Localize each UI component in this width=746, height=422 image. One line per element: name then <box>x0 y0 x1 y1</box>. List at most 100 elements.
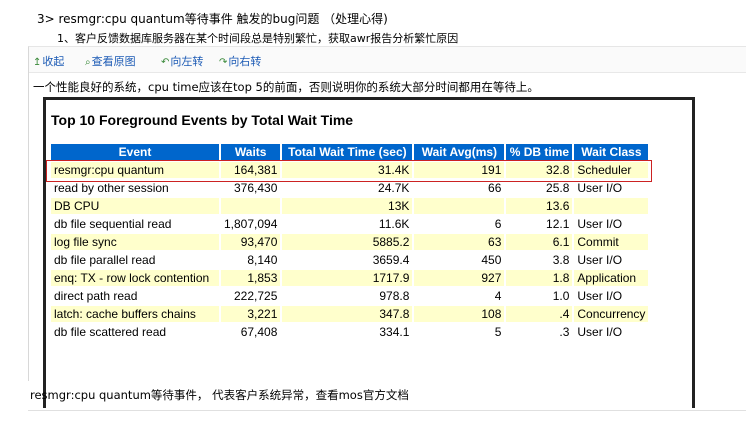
table-cell: 6 <box>414 216 505 232</box>
table-cell: 450 <box>414 252 505 268</box>
table-cell: 978.8 <box>282 288 413 304</box>
table-cell: 3659.4 <box>282 252 413 268</box>
collapse-label: 收起 <box>42 55 65 68</box>
table-cell <box>574 198 649 214</box>
column-header: Total Wait Time (sec) <box>282 144 413 160</box>
footer-text: resmgr:cpu quantum等待事件， 代表客户系统异常，查看mos官方… <box>30 388 409 402</box>
table-cell: read by other session <box>51 180 219 196</box>
table-cell: 24.7K <box>282 180 413 196</box>
table-cell: 8,140 <box>221 252 281 268</box>
column-header: Waits <box>221 144 281 160</box>
table-cell: direct path read <box>51 288 219 304</box>
image-toolbar: ↥收起 ⌕查看原图 ↶向左转 ↷向右转 <box>29 47 746 73</box>
column-header: % DB time <box>506 144 573 160</box>
table-cell: log file sync <box>51 234 219 250</box>
table-cell: 31.4K <box>282 162 413 178</box>
table-cell: 3,221 <box>221 306 281 322</box>
table-cell: User I/O <box>574 324 649 340</box>
table-cell: latch: cache buffers chains <box>51 306 219 322</box>
table-cell: db file parallel read <box>51 252 219 268</box>
table-cell: 63 <box>414 234 505 250</box>
table-cell: 1.0 <box>506 288 573 304</box>
magnifier-icon: ⌕ <box>85 57 91 68</box>
table-cell: User I/O <box>574 216 649 232</box>
rotate-right-icon: ↷ <box>219 57 228 68</box>
table-cell: 1717.9 <box>282 270 413 286</box>
table-row: db file parallel read 8,140 3659.4 450 3.8 Us… <box>51 252 649 268</box>
divider <box>28 410 746 411</box>
table-cell: 6.1 <box>506 234 573 250</box>
table-cell: User I/O <box>574 180 649 196</box>
table-cell: 3.8 <box>506 252 573 268</box>
table-cell: 32.8 <box>506 162 573 178</box>
table-cell: 25.8 <box>506 180 573 196</box>
table-row: enq: TX - row lock contention 1,853 1717.9… <box>51 270 649 286</box>
image-viewer-panel: ↥收起 ⌕查看原图 ↶向左转 ↷向右转 一个性能良好的系统，cpu time应该… <box>28 46 746 408</box>
table-cell: 13.6 <box>506 198 573 214</box>
table-cell: 1,853 <box>221 270 281 286</box>
table-row: direct path read 222,725 978.8 4 1.0 User I/O <box>51 288 649 304</box>
table-cell: 164,381 <box>221 162 281 178</box>
column-header: Wait Class <box>574 144 649 160</box>
table-cell: enq: TX - row lock contention <box>51 270 219 286</box>
table-cell: 5 <box>414 324 505 340</box>
rotate-left-icon: ↶ <box>161 57 170 68</box>
table-cell: User I/O <box>574 288 649 304</box>
table-cell: 67,408 <box>221 324 281 340</box>
table-cell: .4 <box>506 306 573 322</box>
section-subheading: 1、客户反馈数据库服务器在某个时间段总是特别繁忙，获取awr报告分析繁忙原因 <box>57 32 459 45</box>
table-body: resmgr:cpu quantum 164,381 31.4K 191 32.8 Sch… <box>51 162 649 340</box>
table-row: read by other session 376,430 24.7K 66 25.8 U… <box>51 180 649 196</box>
table-row: resmgr:cpu quantum 164,381 31.4K 191 32.8 Sch… <box>51 162 649 178</box>
table-cell: 12.1 <box>506 216 573 232</box>
table-cell: resmgr:cpu quantum <box>51 162 219 178</box>
column-header: Event <box>51 144 219 160</box>
table-cell: User I/O <box>574 252 649 268</box>
intro-text: 一个性能良好的系统，cpu time应该在top 5的前面，否则说明你的系统大部… <box>33 80 539 94</box>
rotate-left-label: 向左转 <box>170 55 204 68</box>
report-title: Top 10 Foreground Events by Total Wait T… <box>51 112 354 128</box>
table-cell: db file scattered read <box>51 324 219 340</box>
table-cell: 4 <box>414 288 505 304</box>
collapse-button[interactable]: ↥收起 <box>33 53 64 69</box>
table-cell <box>414 198 505 214</box>
table-cell: 108 <box>414 306 505 322</box>
table-cell: 334.1 <box>282 324 413 340</box>
table-row: db file scattered read 67,408 334.1 5.3 User… <box>51 324 649 340</box>
table-row: db file sequential read 1,807,094 11.6K 6 12… <box>51 216 649 232</box>
table-cell: 927 <box>414 270 505 286</box>
table-row: log file sync 93,470 5885.2 63 6.1 Commit <box>51 234 649 250</box>
section-heading: 3> resmgr:cpu quantum等待事件 触发的bug问题 （处理心得… <box>37 12 388 26</box>
column-header: Wait Avg(ms) <box>414 144 505 160</box>
table-row: latch: cache buffers chains 3,221 347.8 108… <box>51 306 649 322</box>
table-cell: 1.8 <box>506 270 573 286</box>
table-cell: DB CPU <box>51 198 219 214</box>
table-cell: 376,430 <box>221 180 281 196</box>
table-cell: 222,725 <box>221 288 281 304</box>
rotate-right-label: 向右转 <box>228 55 262 68</box>
table-cell: db file sequential read <box>51 216 219 232</box>
table-cell: 5885.2 <box>282 234 413 250</box>
arrow-up-icon: ↥ <box>33 57 42 68</box>
table-cell: Concurrency <box>574 306 649 322</box>
table-cell: Scheduler <box>574 162 649 178</box>
table-cell: .3 <box>506 324 573 340</box>
table-cell <box>221 198 281 214</box>
table-cell: 347.8 <box>282 306 413 322</box>
table-cell: 1,807,094 <box>221 216 281 232</box>
table-cell: Application <box>574 270 649 286</box>
table-header-row: Event Waits Total Wait Time (sec) Wait A… <box>51 144 649 160</box>
awr-report-image: Top 10 Foreground Events by Total Wait T… <box>43 97 695 408</box>
table-cell: 191 <box>414 162 505 178</box>
table-cell: 13K <box>282 198 413 214</box>
view-original-button[interactable]: ⌕查看原图 <box>85 53 136 69</box>
view-original-label: 查看原图 <box>91 55 136 68</box>
table-cell: Commit <box>574 234 649 250</box>
table-cell: 11.6K <box>282 216 413 232</box>
table-cell: 66 <box>414 180 505 196</box>
rotate-left-button[interactable]: ↶向左转 <box>161 53 203 69</box>
table-cell: 93,470 <box>221 234 281 250</box>
rotate-right-button[interactable]: ↷向右转 <box>219 53 261 69</box>
table-row: DB CPU 13K 13.6 <box>51 198 649 214</box>
wait-events-table: Event Waits Total Wait Time (sec) Wait A… <box>49 142 650 342</box>
